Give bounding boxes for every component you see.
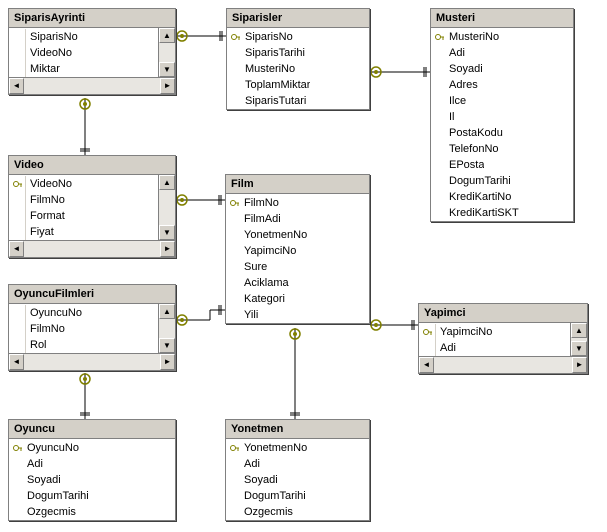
table-yonetmen[interactable]: Yonetmen YonetmenNo Adi Soyadi DogumTari…	[225, 419, 370, 521]
field-list: SiparisNo VideoNo Miktar	[9, 28, 158, 77]
table-title: Yonetmen	[231, 423, 283, 435]
primary-key-icon	[11, 443, 25, 453]
scroll-right-icon[interactable]: ►	[160, 78, 175, 94]
scroll-down-icon[interactable]: ▼	[571, 341, 587, 356]
scroll-up-icon[interactable]: ▲	[159, 304, 175, 319]
scroll-down-icon[interactable]: ▼	[159, 62, 175, 77]
table-title: Siparisler	[232, 12, 282, 24]
scroll-right-icon[interactable]: ►	[160, 354, 175, 370]
field-row: Miktar	[9, 61, 158, 77]
table-film[interactable]: Film FilmNo FilmAdi YonetmenNo YapimciNo…	[225, 174, 370, 324]
vertical-scrollbar[interactable]: ▲▼	[158, 304, 175, 353]
scroll-up-icon[interactable]: ▲	[571, 323, 587, 338]
table-siparisayrinti[interactable]: SiparisAyrinti SiparisNo VideoNo Miktar …	[8, 8, 176, 95]
primary-key-icon	[228, 443, 242, 453]
scroll-down-icon[interactable]: ▼	[159, 225, 175, 240]
primary-key-icon	[421, 324, 436, 340]
scroll-down-icon[interactable]: ▼	[159, 338, 175, 353]
primary-key-icon	[229, 32, 243, 42]
table-title: OyuncuFilmleri	[14, 288, 94, 300]
table-oyuncu[interactable]: Oyuncu OyuncuNo Adi Soyadi DogumTarihi O…	[8, 419, 176, 521]
scroll-right-icon[interactable]: ►	[572, 357, 587, 373]
horizontal-scrollbar[interactable]: ◄►	[9, 353, 175, 370]
scroll-right-icon[interactable]: ►	[160, 241, 175, 257]
vertical-scrollbar[interactable]: ▲▼	[158, 28, 175, 77]
table-video[interactable]: Video VideoNo FilmNo Format Fiyat ▲▼ ◄►	[8, 155, 176, 258]
field-row: VideoNo	[9, 45, 158, 61]
horizontal-scrollbar[interactable]: ◄►	[419, 356, 587, 373]
primary-key-icon	[433, 32, 447, 42]
scroll-left-icon[interactable]: ◄	[9, 354, 24, 370]
vertical-scrollbar[interactable]: ▲▼	[570, 323, 587, 356]
table-oyuncufilmleri[interactable]: OyuncuFilmleri OyuncuNo FilmNo Rol ▲▼ ◄►	[8, 284, 176, 371]
table-siparisler[interactable]: Siparisler SiparisNo SiparisTarihi Muste…	[226, 8, 370, 110]
er-diagram-canvas: SiparisAyrinti SiparisNo VideoNo Miktar …	[0, 0, 607, 532]
table-title: Musteri	[436, 12, 475, 24]
primary-key-icon	[11, 176, 26, 192]
vertical-scrollbar[interactable]: ▲▼	[158, 175, 175, 240]
field-row: SiparisNo	[9, 29, 158, 45]
table-yapimci[interactable]: Yapimci YapimciNo Adi ▲▼ ◄►	[418, 303, 588, 374]
scroll-left-icon[interactable]: ◄	[419, 357, 434, 373]
table-title: SiparisAyrinti	[14, 12, 85, 24]
scroll-up-icon[interactable]: ▲	[159, 175, 175, 190]
table-title: Oyuncu	[14, 423, 55, 435]
table-title: Video	[14, 159, 44, 171]
scroll-left-icon[interactable]: ◄	[9, 78, 24, 94]
table-title: Yapimci	[424, 307, 466, 319]
scroll-left-icon[interactable]: ◄	[9, 241, 24, 257]
table-musteri[interactable]: Musteri MusteriNo Adi Soyadi Adres Ilce …	[430, 8, 574, 222]
scroll-up-icon[interactable]: ▲	[159, 28, 175, 43]
horizontal-scrollbar[interactable]: ◄►	[9, 240, 175, 257]
primary-key-icon	[228, 198, 242, 208]
horizontal-scrollbar[interactable]: ◄►	[9, 77, 175, 94]
table-title: Film	[231, 178, 254, 190]
